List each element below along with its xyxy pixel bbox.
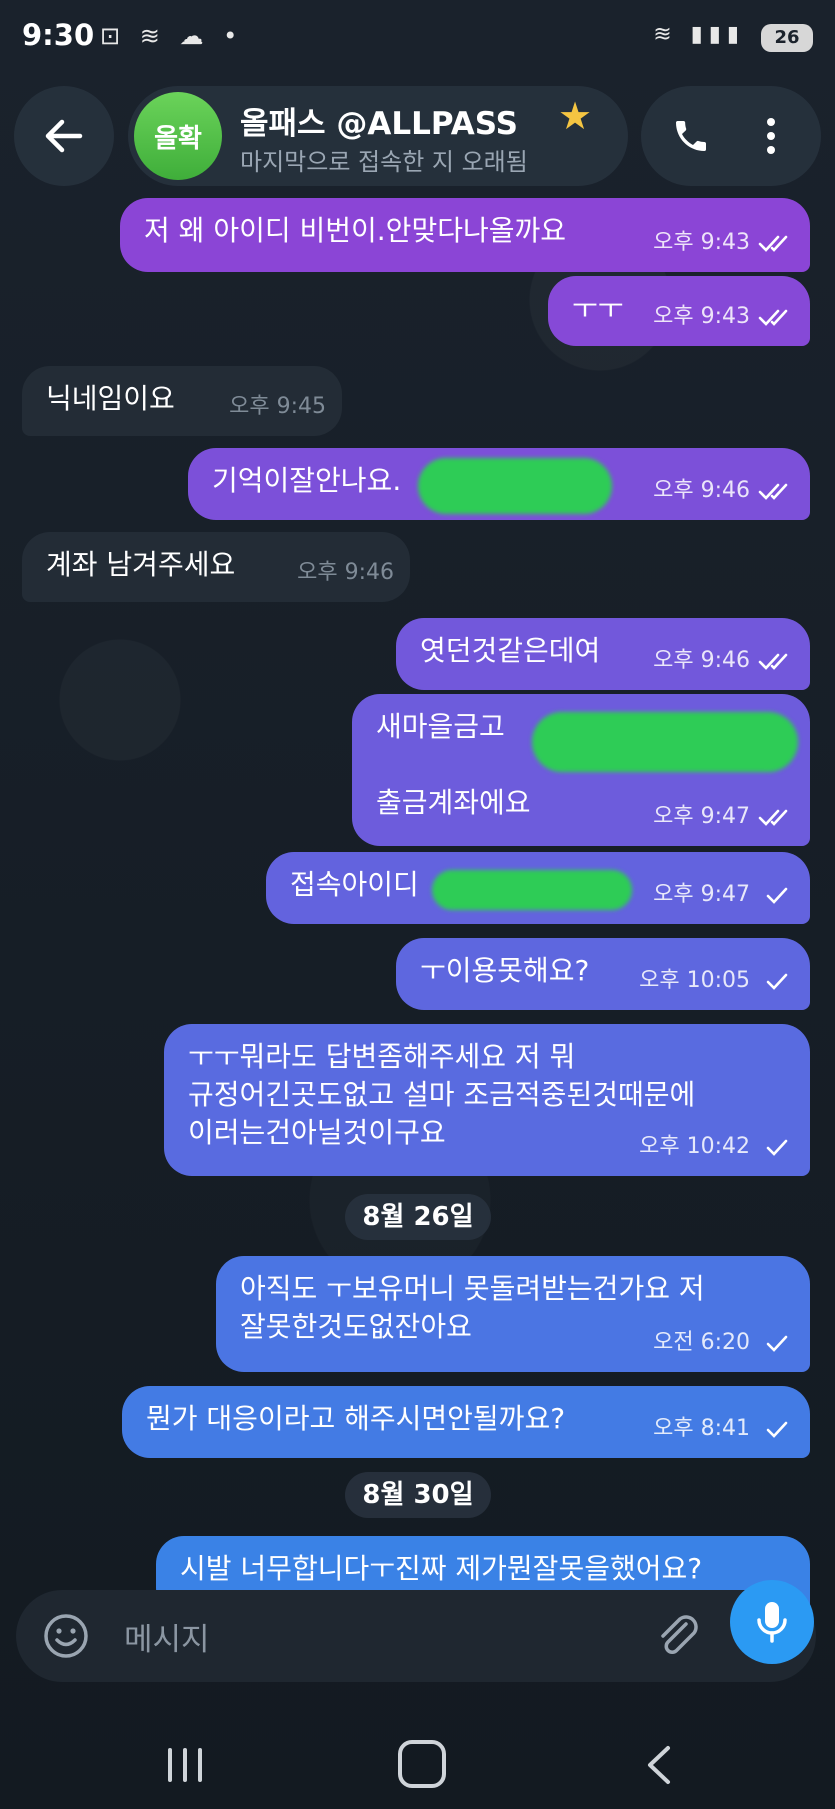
message-text: 시발 너무합니다ㅜ진짜 제가뭔잘못을했어요? [180,1552,703,1585]
outgoing-message[interactable]: 새마을금고 출금계좌에요 오후 9:47 [352,694,810,846]
status-bar: 9:30 ⊡ ≋ ☁ • ≋ ▮▮▮ 26 [0,0,835,78]
battery-icon: 26 [761,24,813,52]
redaction-mark [418,458,612,514]
outgoing-message[interactable]: 접속아이디 오후 9:47 [266,852,810,924]
message-time: 오후 9:46 [653,478,750,503]
notification-icons: ⊡ ≋ ☁ • [100,22,244,50]
message-meta: 오후 10:42 [639,1128,794,1166]
arrow-left-icon [45,119,83,153]
double-check-icon [758,309,788,326]
voice-record-button[interactable] [730,1580,814,1664]
message-meta: 오후 9:45 [229,388,326,426]
more-vertical-icon [767,118,775,154]
message-time: 오후 9:46 [653,648,750,673]
message-time: 오후 9:47 [653,804,750,829]
double-check-icon [758,483,788,500]
home-icon[interactable] [398,1740,446,1788]
message-time: 오후 9:43 [653,230,750,255]
message-meta: 오후 9:46 [297,554,394,592]
message-time: 오후 9:46 [297,560,394,585]
outgoing-message[interactable]: 뭔가 대응이라고 해주시면안될까요? 오후 8:41 [122,1386,810,1458]
premium-star-icon: ★ [558,94,593,138]
check-icon [766,1335,788,1352]
status-time: 9:30 [22,18,95,52]
message-time: 오후 9:43 [653,304,750,329]
chat-title-area[interactable]: 올확 올패스 @ALLPASS ★ 마지막으로 접속한 지 오래됨 [128,86,628,186]
outgoing-message[interactable]: ㅜㅜ뭐라도 답변좀해주세요 저 뭐 규정어긴곳도없고 설마 조금적중된것때문에 … [164,1024,810,1176]
message-meta: 오후 9:43 [653,298,794,336]
phone-icon [676,121,706,151]
message-meta: 오후 9:46 [653,642,794,680]
date-separator: 8월 26일 [345,1194,491,1240]
emoji-icon[interactable] [42,1612,90,1660]
double-check-icon [758,809,788,826]
message-time: 오후 10:05 [639,968,750,993]
message-time: 오후 9:45 [229,394,326,419]
signal-icons: ≋ ▮▮▮ [653,22,745,47]
message-meta: 오후 9:46 [653,472,794,510]
message-meta: 오후 10:05 [639,962,794,1000]
message-composer: 메시지 [16,1590,816,1682]
redaction-mark [532,712,798,772]
outgoing-message[interactable]: ㅜㅜ 오후 9:43 [548,276,810,346]
message-meta: 오후 9:47 [653,798,794,836]
outgoing-message[interactable]: ㅜ이용못해요? 오후 10:05 [396,938,810,1010]
system-navigation-bar [0,1720,835,1809]
outgoing-message[interactable]: 기억이잘안나요. ?? 오후 9:46 [188,448,810,520]
microphone-icon [757,1602,787,1643]
outgoing-message[interactable]: 아직도 ㅜ보유머니 못돌려받는건가요 저 잘못한것도없잔아요 오전 6:20 [216,1256,810,1372]
message-time: 오후 8:41 [653,1416,750,1441]
message-meta: 오후 8:41 [653,1410,794,1448]
message-meta: 오전 6:20 [653,1324,794,1362]
header-actions [641,86,821,186]
redaction-mark [432,870,632,910]
double-check-icon [758,235,788,252]
check-icon [766,1139,788,1156]
check-icon [766,973,788,990]
message-input[interactable]: 메시지 [124,1614,210,1659]
nav-back-icon[interactable] [640,1742,680,1788]
date-separator: 8월 30일 [345,1472,491,1518]
chat-name: 올패스 @ALLPASS [240,106,518,142]
chat-last-seen: 마지막으로 접속한 지 오래됨 [240,148,528,176]
message-time: 오후 10:42 [639,1134,750,1159]
outgoing-message[interactable]: 엿던것같은데여 오후 9:46 [396,618,810,690]
incoming-message[interactable]: 닉네임이요 오후 9:45 [22,366,342,436]
message-meta: 오후 9:43 [653,224,794,262]
avatar[interactable]: 올확 [134,92,222,180]
back-button[interactable] [14,86,114,186]
message-time: 오전 6:20 [653,1330,750,1355]
call-button[interactable] [661,106,721,166]
paperclip-icon[interactable] [652,1610,704,1662]
check-icon [766,1421,788,1438]
incoming-message[interactable]: 계좌 남겨주세요 오후 9:46 [22,532,410,602]
outgoing-message[interactable]: 저 왜 아이디 비번이.안맞다나올까요 오후 9:43 [120,198,810,272]
message-time: 오후 9:47 [653,882,750,907]
recent-apps-icon[interactable] [160,1742,210,1788]
double-check-icon [758,653,788,670]
message-meta: 오후 9:47 [653,876,794,914]
more-options-button[interactable] [741,106,801,166]
check-icon [766,887,788,904]
